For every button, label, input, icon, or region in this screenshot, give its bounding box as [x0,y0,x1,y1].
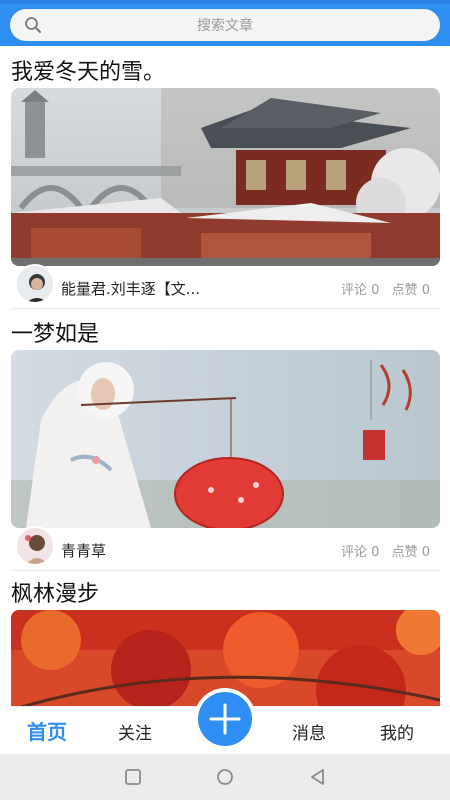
post-image-lantern-woman[interactable] [11,350,440,528]
author-name[interactable]: 能量君.刘丰逐【文... [61,278,200,299]
comment-count[interactable]: 评论 0 [341,545,379,560]
post-title[interactable]: 一梦如是 [11,316,99,348]
status-bar [0,0,450,4]
comment-count[interactable]: 评论 0 [341,283,379,298]
home-icon[interactable] [215,767,235,787]
tab-messages[interactable]: 消息 [292,719,326,744]
post-title[interactable]: 枫林漫步 [11,576,99,608]
article-feed[interactable]: 我爱冬天的雪。 能量君.刘丰逐【文... 评论 0 点赞 0 一梦如是 青青草 … [0,46,450,706]
recent-apps-icon[interactable] [123,767,143,787]
tab-home[interactable]: 首页 [27,716,67,745]
search-bar[interactable]: 搜索文章 [10,9,440,41]
post-title[interactable]: 我爱冬天的雪。 [11,54,165,86]
divider [11,308,440,309]
create-post-button[interactable] [198,692,252,746]
avatar[interactable] [15,264,55,304]
search-placeholder: 搜索文章 [197,18,253,34]
plus-icon [209,703,241,735]
tab-follow[interactable]: 关注 [118,719,152,744]
like-count[interactable]: 点赞 0 [392,283,430,298]
back-icon[interactable] [308,767,328,787]
top-bar: 搜索文章 [0,0,450,46]
app-screen: 搜索文章 我爱冬天的雪。 能量君.刘丰逐【文... 评论 0 点赞 0 一梦如是… [0,0,450,800]
tab-mine[interactable]: 我的 [380,719,414,744]
divider [11,570,440,571]
post-meta: 能量君.刘丰逐【文... 评论 0 点赞 0 [11,264,440,310]
post-image-snowy-palace[interactable] [11,88,440,266]
author-name[interactable]: 青青草 [61,540,106,561]
post-meta: 青青草 评论 0 点赞 0 [11,526,440,572]
post-stats: 评论 0 点赞 0 [333,279,430,298]
like-count[interactable]: 点赞 0 [392,545,430,560]
avatar[interactable] [15,526,55,566]
search-icon [24,16,42,34]
post-stats: 评论 0 点赞 0 [333,541,430,560]
system-nav-bar [0,754,450,800]
